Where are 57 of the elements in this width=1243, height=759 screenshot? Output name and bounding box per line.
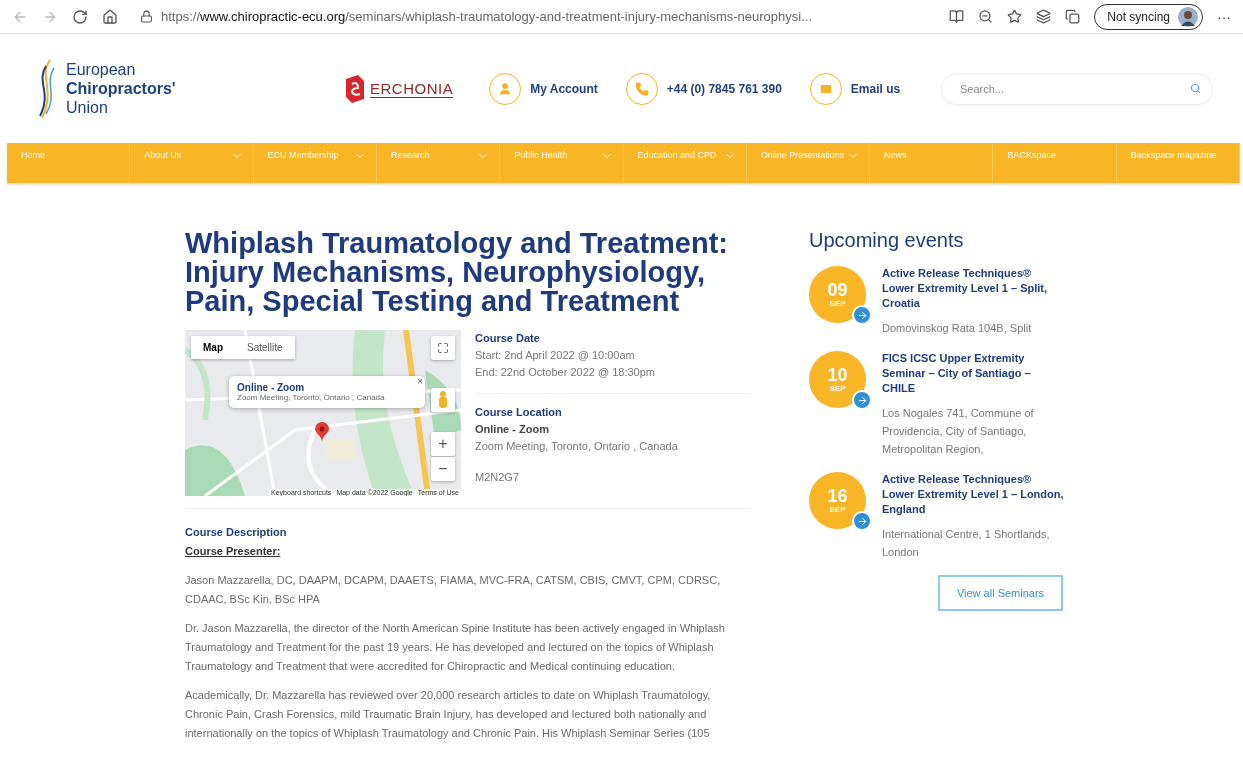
zoom-out-button[interactable]: − bbox=[431, 457, 455, 481]
end-date: End: 22nd October 2022 @ 18:30pm bbox=[475, 365, 656, 380]
event-title[interactable]: Active Release Techniques® Lower Extremity Level 1 – London, England bbox=[882, 472, 1064, 517]
sponsor-name[interactable]: ERCHONIA bbox=[370, 79, 454, 98]
search-icon[interactable] bbox=[1190, 82, 1201, 94]
location-name: Online - Zoom bbox=[475, 422, 550, 437]
fullscreen-icon bbox=[437, 342, 449, 354]
popup-address: Zoom Meeting, Toronto, Ontario , Canada bbox=[237, 393, 386, 402]
paragraph: Academically, Dr. Mazzarella has reviewed over 20,000 research articles to date on Whiplash Traumatology, Chronic Pain, Crash Forensics, mild Traumatic Brain Injury, has developed and lectured both nationally and internationally on the topics of Whiplash Traumatology and Chronic Pain. His Whiplash Seminar Series (105 bbox=[185, 688, 712, 741]
map-type-tab[interactable]: Satellite bbox=[235, 336, 295, 359]
address-bar-url[interactable]: https://www.chiropractic-ecu.org/seminars/whiplash-traumatology-and-treatment-injury-mechanisms-neurophysi... bbox=[161, 9, 812, 24]
zoom-in-button[interactable]: + bbox=[431, 432, 455, 456]
profile-button[interactable]: Not syncing bbox=[1094, 3, 1203, 30]
favorites-icon[interactable] bbox=[1036, 9, 1052, 24]
event-title[interactable]: FICS ICSC Upper Extremity Seminar – City of Santiago – CHILE bbox=[882, 351, 1064, 396]
person-icon bbox=[438, 391, 448, 409]
start-date: Start: 2nd April 2022 @ 10:00am bbox=[475, 348, 636, 363]
map-pin-icon[interactable] bbox=[315, 422, 329, 442]
search-field[interactable]: Search... bbox=[941, 72, 1213, 105]
arrow-right-icon[interactable] bbox=[852, 305, 872, 325]
home-icon[interactable] bbox=[102, 8, 118, 25]
event-title[interactable]: Active Release Techniques® Lower Extremity Level 1 – Split, Croatia bbox=[882, 266, 1064, 311]
sponsor-logo-icon bbox=[344, 74, 366, 103]
event-address: International Centre, 1 Shortlands, London bbox=[882, 527, 1051, 560]
page-title: Whiplash Traumatology and Treatment: Injury Mechanisms, Neurophysiology, Pain, Special Testing and Treatment bbox=[185, 229, 729, 316]
lock-icon[interactable] bbox=[140, 10, 153, 23]
contact-link[interactable]: My Account bbox=[489, 72, 598, 105]
contact-link[interactable]: +44 (0) 7845 761 390 bbox=[625, 72, 782, 105]
arrow-right-icon[interactable] bbox=[852, 511, 872, 531]
event-address: Los Nogales 741, Commune of Providencia, City of Santiago, Metropolitan Region, bbox=[882, 406, 1035, 457]
event-address: Domovinskog Rata 104B, Split bbox=[882, 321, 1033, 336]
avatar-icon bbox=[1178, 6, 1198, 27]
star-icon[interactable] bbox=[1007, 9, 1023, 24]
contact-link[interactable]: Email us bbox=[809, 72, 901, 105]
logo-text: European bbox=[66, 60, 137, 79]
arrow-right-icon[interactable] bbox=[852, 390, 872, 410]
section-heading: Course Description bbox=[185, 525, 288, 540]
postcode: M2N2G7 bbox=[475, 470, 521, 485]
more-icon[interactable]: ··· bbox=[1217, 8, 1231, 25]
section-heading: Course Location bbox=[475, 405, 563, 420]
collections-icon[interactable] bbox=[1065, 9, 1081, 24]
sidebar-heading: Upcoming events bbox=[809, 229, 965, 252]
popup-title: Online - Zoom bbox=[237, 382, 306, 393]
close-button[interactable]: × bbox=[417, 376, 423, 387]
map-type-tab[interactable]: Map bbox=[191, 336, 235, 359]
logo-text: Chiropractors' bbox=[66, 79, 176, 98]
zoom-out-icon[interactable] bbox=[978, 9, 994, 24]
location-address: Zoom Meeting, Toronto, Ontario , Canada bbox=[475, 439, 679, 454]
read-aloud-icon[interactable] bbox=[949, 9, 965, 24]
paragraph: Jason Mazzarella, DC, DAAPM, DCAPM, DAAETS, FIAMA, MVC-FRA, CATSM, CBIS, CMVT, CPM, CDRSC, CDAAC, BSc Kin, BSc HPA bbox=[185, 573, 722, 607]
presenter-heading: Course Presenter: bbox=[185, 544, 282, 559]
refresh-icon[interactable] bbox=[72, 8, 88, 25]
view-all-button[interactable]: View all Seminars bbox=[938, 575, 1063, 611]
logo-text: Union bbox=[66, 98, 109, 117]
fullscreen-button[interactable] bbox=[431, 336, 455, 360]
section-heading: Course Date bbox=[475, 331, 541, 346]
paragraph: Dr. Jason Mazzarella, the director of the North American Spine Institute has been actively engaged in Whiplash Traumatology and Treatment for the past 19 years. He has developed and lectured on the topics of Whiplash Traumatology and Treatment that were accredited for Chiropractic and Medical continuing education. bbox=[185, 621, 726, 674]
